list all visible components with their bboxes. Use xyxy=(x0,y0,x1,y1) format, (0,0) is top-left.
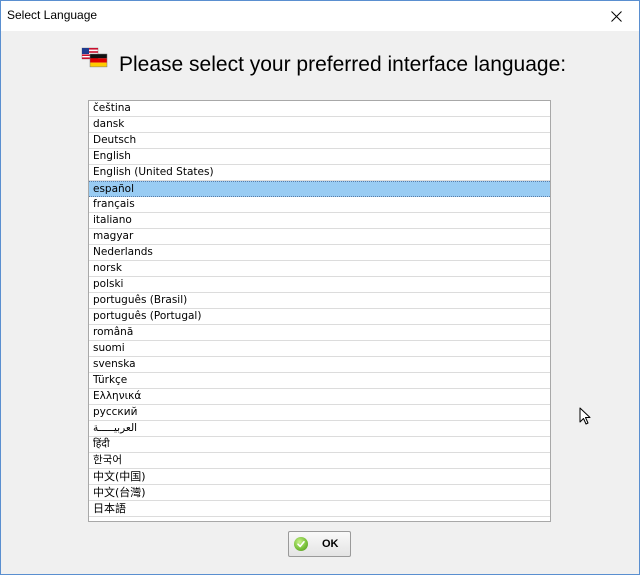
language-option[interactable]: svenska xyxy=(89,357,550,373)
language-option[interactable]: Deutsch xyxy=(89,133,550,149)
language-option[interactable]: română xyxy=(89,325,550,341)
language-option[interactable]: čeština xyxy=(89,101,550,117)
mouse-cursor-icon xyxy=(579,407,591,425)
window-title: Select Language xyxy=(7,8,98,22)
close-icon xyxy=(610,10,622,22)
language-listbox[interactable]: čeština dansk Deutsch English English (U… xyxy=(88,100,551,522)
ok-button[interactable]: OK xyxy=(288,531,351,557)
language-option[interactable]: 한국어 xyxy=(89,453,550,469)
language-option[interactable]: 日本語 xyxy=(89,501,550,517)
language-option[interactable]: magyar xyxy=(89,229,550,245)
language-option[interactable]: português (Portugal) xyxy=(89,309,550,325)
language-option[interactable]: dansk xyxy=(89,117,550,133)
prompt-heading: Please select your preferred interface l… xyxy=(119,53,567,76)
title-bar[interactable]: Select Language xyxy=(1,1,639,31)
language-option[interactable]: Nederlands xyxy=(89,245,550,261)
language-option[interactable]: English xyxy=(89,149,550,165)
language-option[interactable]: 中文(中国) xyxy=(89,469,550,485)
language-option[interactable]: suomi xyxy=(89,341,550,357)
language-option[interactable]: français xyxy=(89,197,550,213)
select-language-dialog: Select Language Please select your prefe… xyxy=(0,0,640,575)
language-option-selected[interactable]: español xyxy=(89,181,550,197)
language-option[interactable]: polski xyxy=(89,277,550,293)
language-option[interactable]: English (United States) xyxy=(89,165,550,181)
language-option[interactable]: italiano xyxy=(89,213,550,229)
language-option[interactable]: norsk xyxy=(89,261,550,277)
language-option[interactable]: português (Brasil) xyxy=(89,293,550,309)
ok-button-label: OK xyxy=(322,538,339,550)
language-option[interactable]: हिंदी xyxy=(89,437,550,453)
language-option[interactable]: 中文(台灣) xyxy=(89,485,550,501)
language-flags-icon xyxy=(81,47,108,68)
language-option[interactable]: Türkçe xyxy=(89,373,550,389)
close-button[interactable] xyxy=(593,1,639,31)
checkmark-icon xyxy=(294,537,308,551)
language-option[interactable]: العربيـــــة xyxy=(89,421,550,437)
language-option[interactable]: русский xyxy=(89,405,550,421)
language-option[interactable]: Ελληνικά xyxy=(89,389,550,405)
